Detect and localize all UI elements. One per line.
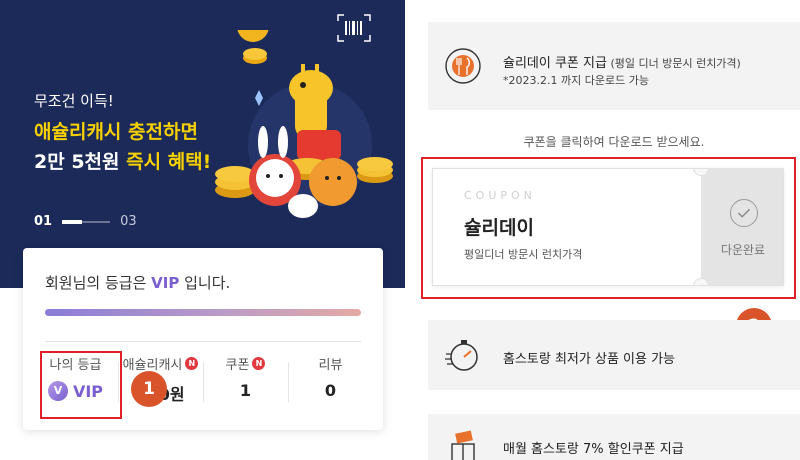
stat-review[interactable]: 리뷰 0 xyxy=(288,354,373,414)
banner-headline-2: 2만 5천원 즉시 혜택! xyxy=(34,147,211,174)
banner-headline-2-main: 2만 5천원 xyxy=(34,151,127,173)
benefit-lowest-price: 홈스토랑 최저가 상품 이용 가능 xyxy=(428,320,800,390)
stat-label: 리뷰 xyxy=(318,358,343,373)
divider xyxy=(45,341,361,342)
left-panel: 무조건 이득! 애슐리캐시 충전하면 2만 5천원 즉시 혜택! 01 03 회… xyxy=(0,0,405,460)
benefit-note: *2023.2.1 까지 다운로드 가능 xyxy=(503,74,649,87)
mascot-illustration xyxy=(215,30,393,218)
banner-pager[interactable]: 01 03 xyxy=(34,214,137,229)
annotation-box-coupon xyxy=(421,157,796,299)
annotation-marker-1: 1 xyxy=(131,371,167,407)
stat-label-wrap: 애슐리캐시 N xyxy=(123,354,199,373)
stat-label-wrap: 쿠폰 N xyxy=(226,354,266,373)
pager-total: 03 xyxy=(120,214,137,229)
benefit-title-sub: (평일 디너 방문시 런치가격) xyxy=(606,57,741,70)
grade-text-suffix: 입니다. xyxy=(179,274,231,292)
grade-text: 회원님의 등급은 VIP 입니다. xyxy=(45,272,230,293)
stat-label: 쿠폰 xyxy=(225,358,250,373)
benefit-title: 슐리데이 쿠폰 지급 (평일 디너 방문시 런치가격) xyxy=(503,52,741,71)
stat-label: 애슐리캐시 xyxy=(122,358,183,373)
pager-track xyxy=(62,219,111,224)
pager-progress xyxy=(62,219,83,224)
fork-knife-icon xyxy=(445,48,481,84)
banner-headline-1: 애슐리캐시 충전하면 xyxy=(34,121,198,143)
annotation-box-grade xyxy=(40,351,122,419)
benefit-shuliday-coupon: 슐리데이 쿠폰 지급 (평일 디너 방문시 런치가격) *2023.2.1 까지… xyxy=(428,22,800,110)
stat-value: 0 xyxy=(324,381,337,400)
new-badge-icon: N xyxy=(252,357,266,370)
stat-coupon[interactable]: 쿠폰 N 1 xyxy=(203,354,288,414)
promo-banner[interactable]: 무조건 이득! 애슐리캐시 충전하면 2만 5천원 즉시 혜택! 01 03 xyxy=(0,0,405,288)
pager-current: 01 xyxy=(34,214,53,229)
grade-progress-bar xyxy=(45,309,361,316)
benefit-title-main: 슐리데이 쿠폰 지급 xyxy=(503,56,607,71)
gift-coupon-icon xyxy=(451,430,475,460)
banner-headline-2-accent: 즉시 혜택! xyxy=(126,151,212,173)
grade-name: VIP xyxy=(151,274,180,292)
stopwatch-icon xyxy=(445,340,478,371)
banner-subtitle: 무조건 이득! xyxy=(34,92,114,110)
benefit-title: 홈스토랑 최저가 상품 이용 가능 xyxy=(503,352,676,367)
coupon-hint: 쿠폰을 클릭하여 다운로드 받으세요. xyxy=(523,135,705,149)
new-badge-icon: N xyxy=(185,357,199,370)
grade-text-prefix: 회원님의 등급은 xyxy=(45,274,152,292)
benefit-monthly-coupon: 매월 홈스토랑 7% 할인쿠폰 지급 xyxy=(428,414,800,460)
stat-value: 1 xyxy=(239,381,252,400)
benefit-title: 매월 홈스토랑 7% 할인쿠폰 지급 xyxy=(503,442,684,457)
